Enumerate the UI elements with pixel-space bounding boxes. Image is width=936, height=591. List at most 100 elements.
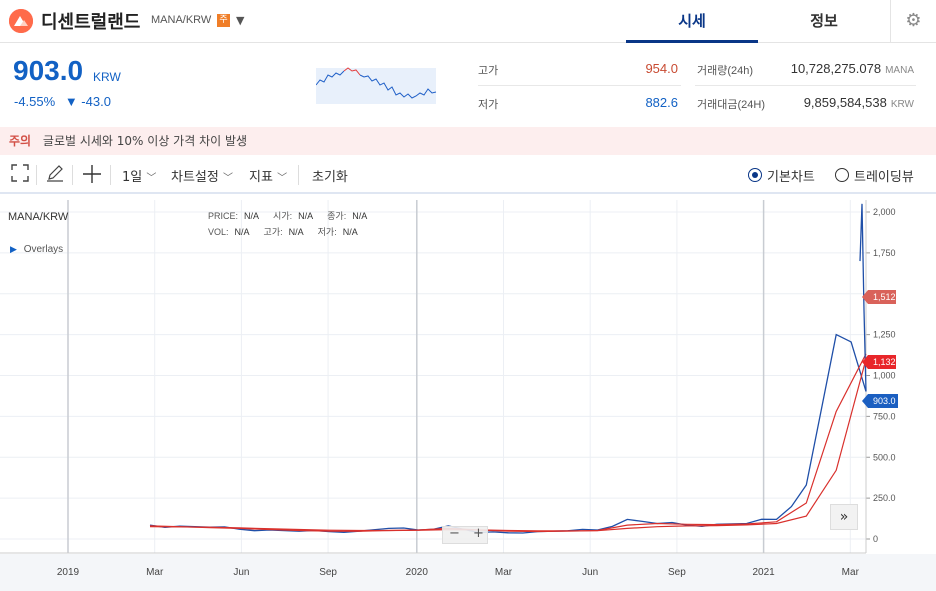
volume-row: 거래량(24h) 10,728,275.078 MANA bbox=[697, 61, 914, 92]
divider bbox=[478, 85, 681, 86]
notice-text: 글로벌 시세와 10% 이상 가격 차이 발생 bbox=[42, 134, 248, 148]
open-label: 시가: bbox=[273, 211, 293, 221]
amount-value: 9,859,584,538 bbox=[803, 95, 887, 110]
y-tick-label: 250.0 bbox=[873, 493, 896, 503]
x-tick-label: Jun bbox=[582, 567, 598, 578]
change-percent: -4.55% bbox=[14, 94, 56, 109]
toolbar-divider bbox=[110, 165, 111, 185]
chevron-down-icon: ﹀ bbox=[146, 173, 157, 184]
reset-button[interactable]: 초기화 bbox=[312, 166, 348, 185]
price-change: -4.55% ▼ -43.0 bbox=[14, 94, 111, 109]
x-tick-label: Mar bbox=[842, 567, 860, 578]
vol-readout: N/A bbox=[234, 227, 250, 237]
x-tick-label: Mar bbox=[146, 567, 164, 578]
low-row: 저가 882.6 bbox=[478, 95, 678, 126]
coin-logo-icon bbox=[9, 9, 33, 33]
interval-dropdown[interactable]: 1일 ﹀ bbox=[122, 166, 156, 185]
crosshair-icon[interactable] bbox=[82, 164, 102, 188]
current-price: 903.0 bbox=[13, 55, 84, 86]
vol-label: VOL: bbox=[208, 227, 229, 237]
coin-pair: MANA/KRW bbox=[151, 14, 212, 26]
toolbar-divider bbox=[298, 165, 299, 185]
x-tick-label: 2021 bbox=[752, 567, 775, 578]
plot-area bbox=[0, 196, 866, 553]
chart-symbol: MANA/KRW bbox=[8, 211, 69, 223]
y-tick-label: 1,250 bbox=[873, 330, 896, 340]
basic-chart-label[interactable]: 기본차트 bbox=[767, 166, 815, 185]
zoom-out-button[interactable]: − bbox=[449, 526, 460, 541]
y-tick-label: 1,000 bbox=[873, 371, 896, 381]
tab-sise[interactable]: 시세 bbox=[626, 0, 758, 43]
y-tick-label: 0 bbox=[873, 534, 878, 544]
ohlc-readout-top: PRICE: N/A 시가: N/A 종가: N/A bbox=[208, 209, 367, 222]
zoom-in-button[interactable]: + bbox=[473, 526, 484, 541]
volume-unit: MANA bbox=[885, 65, 914, 76]
chart-settings-label: 차트설정 bbox=[171, 170, 219, 185]
trading-view-radio[interactable] bbox=[835, 168, 849, 182]
x-tick-label: 2020 bbox=[406, 567, 429, 578]
amount-value-group: 9,859,584,538 KRW bbox=[804, 95, 914, 110]
divider bbox=[695, 85, 916, 86]
trading-view-label[interactable]: 트레이딩뷰 bbox=[854, 166, 914, 185]
warning-badge: 주 bbox=[217, 14, 230, 27]
amount-label: 거래대금(24H) bbox=[697, 99, 765, 111]
toolbar-divider bbox=[72, 165, 73, 185]
app-root: 디센트럴랜드 MANA/KRW 주 ▼ 시세 정보 ⚙ 903.0 KRW -4… bbox=[0, 0, 936, 591]
play-icon: ▶ bbox=[10, 244, 17, 254]
overlays-label: Overlays bbox=[23, 244, 64, 255]
x-tick-label: Mar bbox=[495, 567, 513, 578]
low-label: 저가: bbox=[317, 227, 337, 237]
high-value: 954.0 bbox=[645, 61, 678, 76]
volume-value: 10,728,275.078 bbox=[790, 61, 882, 76]
high-label: 고가 bbox=[478, 65, 499, 77]
close-readout: N/A bbox=[352, 211, 368, 221]
open-readout: N/A bbox=[298, 211, 313, 221]
indicators-label: 지표 bbox=[249, 170, 273, 185]
ma-long-tag: 1,512 bbox=[862, 290, 896, 304]
price-readout: N/A bbox=[244, 211, 259, 221]
x-tick-label: Sep bbox=[668, 567, 686, 578]
high-row: 고가 954.0 bbox=[478, 61, 678, 92]
amount-row: 거래대금(24H) 9,859,584,538 KRW bbox=[697, 95, 914, 126]
indicators-dropdown[interactable]: 지표 ﹀ bbox=[249, 166, 287, 185]
chevron-down-icon: ﹀ bbox=[222, 173, 233, 184]
y-tick-label: 500.0 bbox=[873, 452, 896, 462]
basic-chart-radio[interactable] bbox=[748, 168, 762, 182]
high-readout: N/A bbox=[288, 227, 304, 237]
amount-unit: KRW bbox=[890, 99, 914, 110]
price-chart[interactable]: 0250.0500.0750.01,0001,2501,5001,7502,00… bbox=[0, 196, 936, 591]
last-price-tag: 903.0 bbox=[862, 394, 898, 408]
price-unit: KRW bbox=[93, 70, 121, 84]
price-label: PRICE: bbox=[208, 211, 239, 221]
x-tick-label: Jun bbox=[233, 567, 249, 578]
low-value: 882.6 bbox=[645, 95, 678, 110]
y-tick-label: 750.0 bbox=[873, 411, 896, 421]
chart-settings-dropdown[interactable]: 차트설정 ﹀ bbox=[171, 166, 233, 185]
fullscreen-icon[interactable] bbox=[11, 164, 29, 186]
coin-select-chevron-icon[interactable]: ▼ bbox=[236, 14, 244, 27]
tab-info[interactable]: 정보 bbox=[758, 0, 890, 43]
notice-tag: 주의 bbox=[9, 134, 32, 148]
y-tick-label: 2,000 bbox=[873, 207, 896, 217]
gear-icon[interactable]: ⚙ bbox=[890, 0, 936, 43]
zoom-controls: − + bbox=[442, 526, 488, 544]
volume-value-group: 10,728,275.078 MANA bbox=[791, 61, 914, 76]
high-label: 고가: bbox=[263, 227, 283, 237]
y-tick-label: 1,750 bbox=[873, 248, 896, 258]
x-axis-band bbox=[0, 554, 936, 591]
change-amount: ▼ -43.0 bbox=[64, 94, 111, 109]
x-tick-label: 2019 bbox=[57, 567, 80, 578]
overlays-toggle[interactable]: ▶ Overlays bbox=[10, 244, 63, 255]
ohlc-readout-bottom: VOL: N/A 고가: N/A 저가: N/A bbox=[208, 225, 358, 238]
x-tick-label: Sep bbox=[319, 567, 337, 578]
pencil-icon[interactable] bbox=[46, 164, 64, 186]
chart-toolbar: 1일 ﹀ 차트설정 ﹀ 지표 ﹀ 초기화 기본차트 트레이딩뷰 bbox=[0, 156, 936, 194]
ma-mid-tag: 1,132 bbox=[862, 355, 896, 369]
toolbar-divider bbox=[36, 165, 37, 185]
coin-header: 디센트럴랜드 MANA/KRW 주 ▼ 시세 정보 ⚙ bbox=[0, 0, 936, 43]
coin-name: 디센트럴랜드 bbox=[41, 12, 141, 33]
sparkline bbox=[316, 67, 437, 104]
low-label: 저가 bbox=[478, 99, 499, 111]
scroll-right-icon[interactable]: » bbox=[830, 504, 858, 530]
volume-label: 거래량(24h) bbox=[697, 65, 754, 77]
